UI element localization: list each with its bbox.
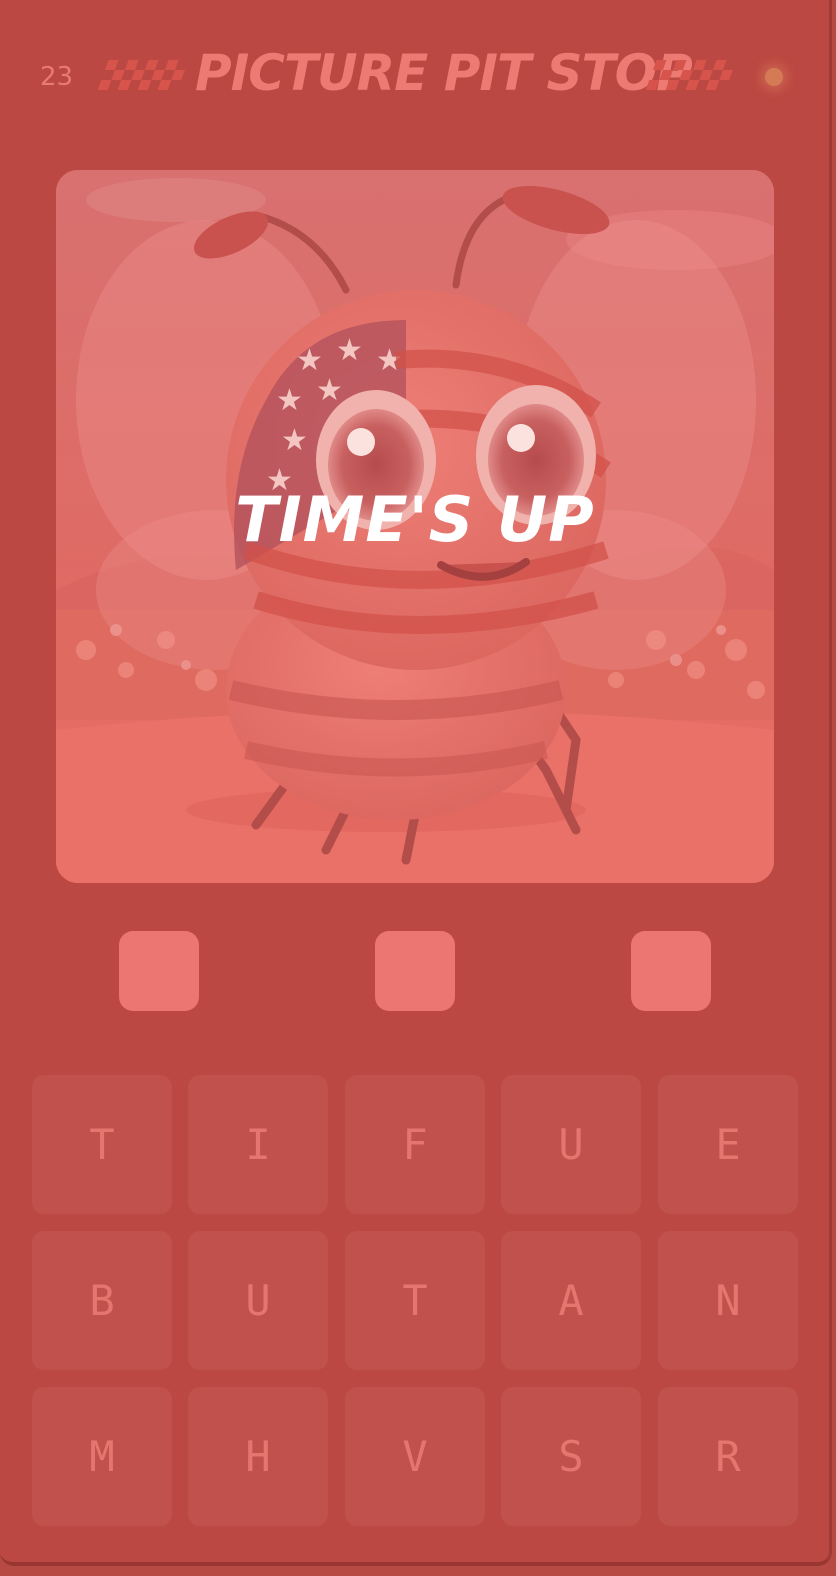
answer-slot-2[interactable] (375, 931, 455, 1011)
letter-key[interactable]: M (32, 1387, 172, 1526)
letter-key[interactable]: B (32, 1231, 172, 1370)
letter-key[interactable]: N (658, 1231, 798, 1370)
header: 23 PICTURE PIT STOP (0, 40, 832, 112)
letter-key[interactable]: T (32, 1075, 172, 1214)
round-counter: 23 (40, 62, 74, 92)
letter-key[interactable]: R (658, 1387, 798, 1526)
status-indicator-dot (765, 68, 783, 86)
letter-key[interactable]: H (188, 1387, 328, 1526)
answer-slot-1[interactable] (119, 931, 199, 1011)
game-title: PICTURE PIT STOP (195, 44, 693, 102)
checkered-flag-icon (645, 60, 733, 90)
letter-key[interactable]: A (501, 1231, 641, 1370)
letter-key[interactable]: U (501, 1075, 641, 1214)
times-up-overlay: TIME'S UP (235, 483, 595, 556)
answer-slot-3[interactable] (631, 931, 711, 1011)
letter-key[interactable]: F (345, 1075, 485, 1214)
puzzle-picture: ★ ★ ★ ★ ★ ★ ★ TIME'S UP (56, 170, 774, 883)
game-frame: 23 PICTURE PIT STOP ★ ★ ★ ★ ★ ★ ★ TIME'S… (0, 0, 832, 1566)
letter-key[interactable]: I (188, 1075, 328, 1214)
letter-key[interactable]: U (188, 1231, 328, 1370)
letter-key[interactable]: S (501, 1387, 641, 1526)
letter-key[interactable]: T (345, 1231, 485, 1370)
letter-key[interactable]: E (658, 1075, 798, 1214)
checkered-flag-icon (97, 60, 185, 90)
letter-key[interactable]: V (345, 1387, 485, 1526)
